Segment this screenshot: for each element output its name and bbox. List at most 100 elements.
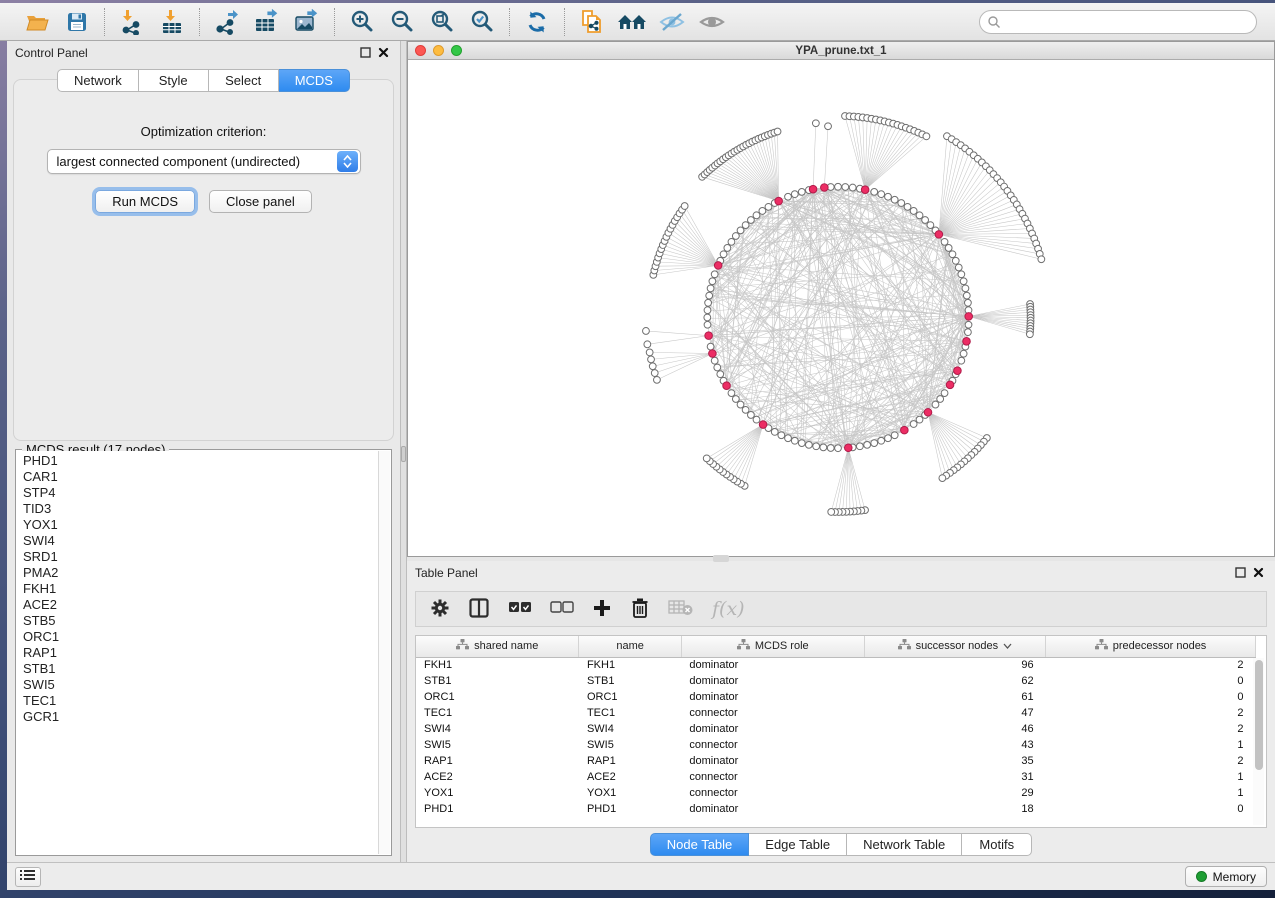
network-window-title: YPA_prune.txt_1 [408,45,1274,57]
delete-column-button[interactable] [630,597,650,622]
mcds-result-item: ORC1 [23,629,378,645]
table-cell: 2 [1046,753,1256,769]
function-builder-button[interactable]: f(x) [712,598,745,620]
horizontal-splitter[interactable] [407,557,1275,561]
table-cell: STB1 [579,673,681,689]
run-mcds-button[interactable]: Run MCDS [95,190,195,213]
tree-icon [1095,639,1108,653]
refresh-button[interactable] [520,7,554,37]
network-window-titlebar[interactable]: YPA_prune.txt_1 [408,42,1274,60]
mcds-result-item: CAR1 [23,469,378,485]
splitter-handle[interactable] [713,555,729,562]
mcds-result-item: FKH1 [23,581,378,597]
tab-style[interactable]: Style [139,69,209,92]
table-cell: 0 [1046,801,1256,817]
first-neighbors-button[interactable] [615,7,649,37]
close-panel-button-mcds[interactable]: Close panel [209,190,312,213]
tab-node-table[interactable]: Node Table [650,833,750,856]
float-panel-button[interactable] [1231,564,1249,582]
table-row[interactable]: ACE2ACE2connector311 [416,769,1256,785]
tab-select[interactable]: Select [209,69,279,92]
table-panel-title: Table Panel [415,566,478,580]
main-toolbar [0,3,1275,41]
vertical-splitter[interactable] [400,41,407,862]
show-all-button[interactable] [695,7,729,37]
column-header-predecessor-nodes[interactable]: predecessor nodes [1046,636,1256,657]
table-settings-button[interactable] [430,598,450,621]
column-header-name[interactable]: name [579,636,681,657]
table-row[interactable]: SWI4SWI4dominator462 [416,721,1256,737]
mcds-node [861,186,869,194]
optimization-criterion-select[interactable]: largest connected component (undirected) [47,149,361,174]
scrollbar-thumb[interactable] [1255,660,1263,770]
task-history-button[interactable] [15,867,41,887]
table-row[interactable]: PHD1PHD1dominator180 [416,801,1256,817]
delete-icon [630,597,650,622]
export-table-button[interactable] [250,7,284,37]
table-cell: 29 [864,785,1045,801]
table-row[interactable]: RAP1RAP1dominator352 [416,753,1256,769]
table-panel-titlebar: Table Panel [407,561,1275,585]
result-list-scrollbar[interactable] [378,451,390,854]
network-canvas[interactable] [408,60,1274,556]
select-all-button[interactable] [508,601,532,618]
select-all-icon [508,601,532,618]
mcds-result-box: MCDS result (17 nodes) PHD1CAR1STP4TID3Y… [15,449,392,856]
mcds-result-item: STB5 [23,613,378,629]
import-table-button[interactable] [155,7,189,37]
table-row[interactable]: ORC1ORC1dominator610 [416,689,1256,705]
deselect-all-button[interactable] [550,601,574,618]
delete-table-button[interactable] [668,599,694,620]
table-cell: TEC1 [416,705,579,721]
table-row[interactable]: YOX1YOX1connector291 [416,785,1256,801]
save-icon [66,11,88,33]
import-network-button[interactable] [115,7,149,37]
table-cell: YOX1 [416,785,579,801]
close-panel-button[interactable] [1249,564,1267,582]
column-header-successor-nodes[interactable]: successor nodes [864,636,1045,657]
export-image-button[interactable] [290,7,324,37]
table-cell: PHD1 [416,801,579,817]
table-cell: 61 [864,689,1045,705]
table-scrollbar[interactable] [1253,658,1264,825]
mcds-node [714,262,722,270]
zoom-selected-button[interactable] [465,7,499,37]
import-table-icon [159,9,185,35]
table-cell: 18 [864,801,1045,817]
zoom-out-button[interactable] [385,7,419,37]
table-toolbar: f(x) [415,591,1267,627]
tab-motifs[interactable]: Motifs [962,833,1032,856]
export-network-button[interactable] [210,7,244,37]
open-file-button[interactable] [20,7,54,37]
close-panel-button[interactable] [374,44,392,62]
mcds-result-item: STB1 [23,661,378,677]
tab-network-table[interactable]: Network Table [847,833,962,856]
table-row[interactable]: STB1STB1dominator620 [416,673,1256,689]
float-panel-button[interactable] [356,44,374,62]
zoom-in-button[interactable] [345,7,379,37]
show-columns-button[interactable] [468,597,490,622]
column-header-mcds-role[interactable]: MCDS role [681,636,864,657]
mcds-result-item: ACE2 [23,597,378,613]
zoom-fit-button[interactable] [425,7,459,37]
tab-network[interactable]: Network [57,69,139,92]
search-input[interactable] [979,10,1257,34]
mcds-result-list[interactable]: PHD1CAR1STP4TID3YOX1SWI4SRD1PMA2FKH1ACE2… [17,451,378,854]
table-row[interactable]: SWI5SWI5connector431 [416,737,1256,753]
copy-network-button[interactable] [575,7,609,37]
table-cell: 1 [1046,769,1256,785]
table-row[interactable]: TEC1TEC1connector472 [416,705,1256,721]
table-cell: RAP1 [416,753,579,769]
table-row[interactable]: FKH1FKH1dominator962 [416,657,1256,673]
memory-button[interactable]: Memory [1185,866,1267,887]
add-column-button[interactable] [592,598,612,621]
column-header-shared-name[interactable]: shared name [416,636,579,657]
splitter-handle[interactable] [401,446,406,462]
tab-mcds[interactable]: MCDS [279,69,350,92]
table-cell: dominator [681,673,864,689]
hide-selected-button[interactable] [655,7,689,37]
tab-edge-table[interactable]: Edge Table [749,833,847,856]
table-cell: 35 [864,753,1045,769]
save-button[interactable] [60,7,94,37]
table-cell: PHD1 [579,801,681,817]
